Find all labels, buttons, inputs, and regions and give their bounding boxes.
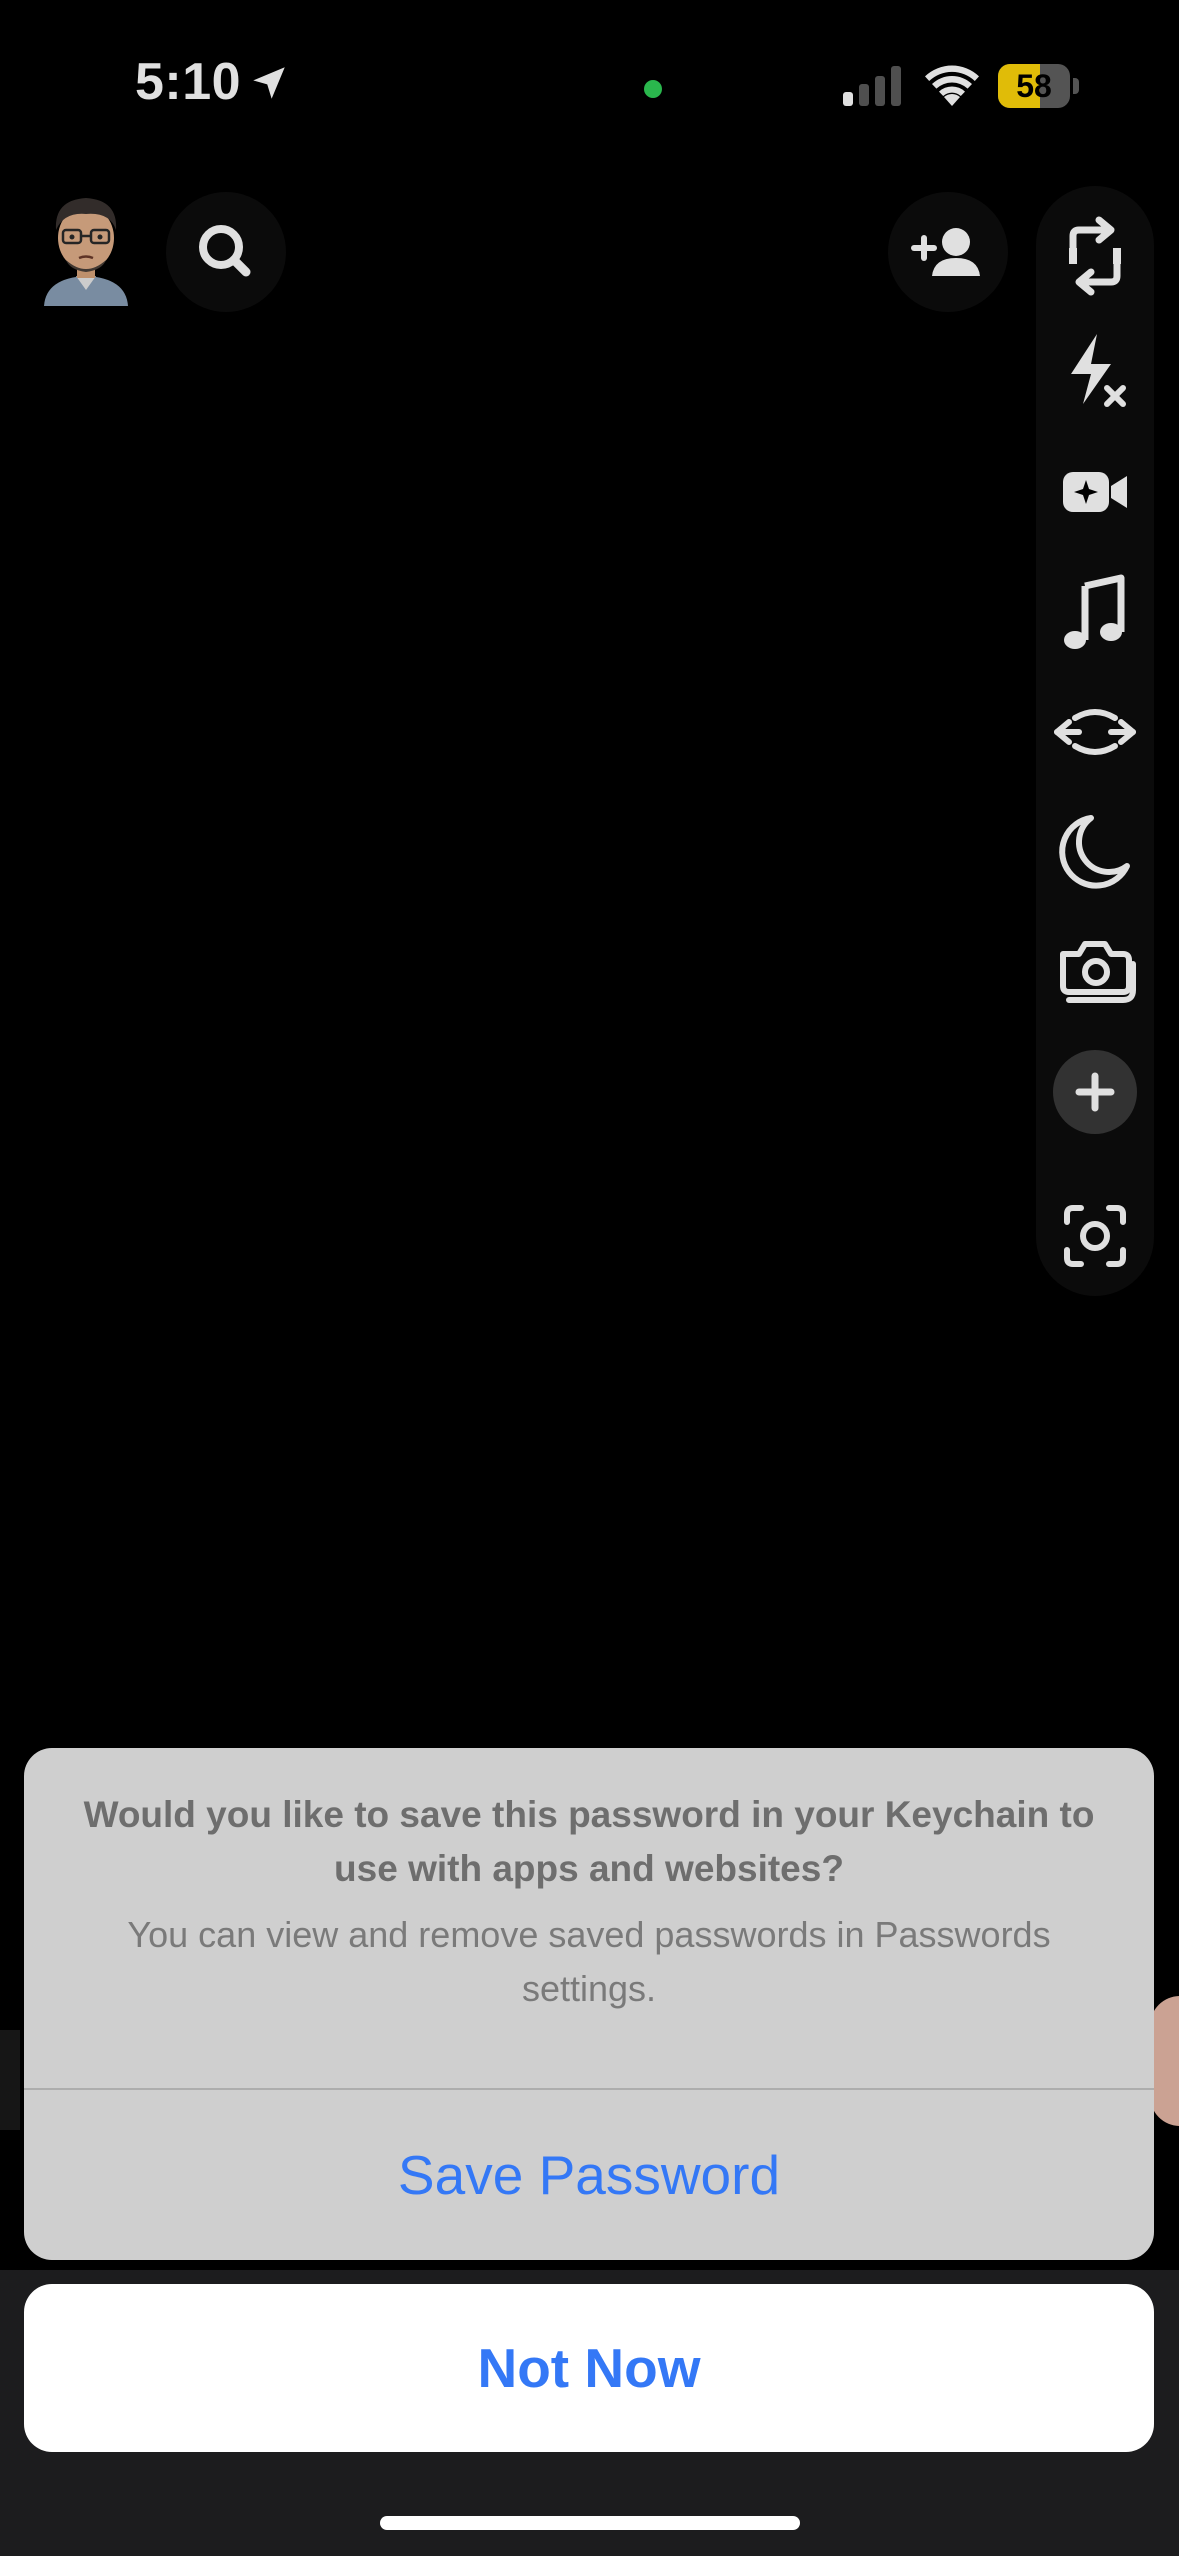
home-indicator[interactable]	[380, 2516, 800, 2530]
prompt-message: You can view and remove saved passwords …	[127, 1914, 1051, 2009]
prompt-title: Would you like to save this password in …	[83, 1794, 1095, 1889]
save-password-button[interactable]: Save Password	[24, 2090, 1154, 2260]
snapchat-camera-screen: 5:10 58 Would you like to save this pass…	[0, 0, 1179, 2556]
not-now-button[interactable]: Not Now	[24, 2284, 1154, 2452]
keychain-save-prompt: Would you like to save this password in …	[24, 1748, 1154, 2260]
